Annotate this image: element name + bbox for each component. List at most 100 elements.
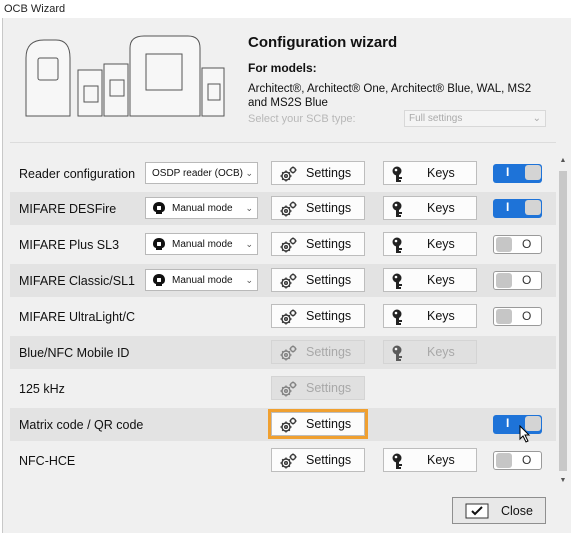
mode-select-value: Manual mode	[172, 239, 233, 250]
mode-select[interactable]: OSDP reader (OCB) ⌄	[145, 162, 258, 184]
setting-row: NFC-HCE Settings Keys O	[10, 444, 556, 477]
scb-type-select[interactable]: Full settings ⌄	[404, 110, 546, 127]
settings-button-label: Settings	[306, 345, 352, 359]
toggle-state-glyph: O	[522, 453, 532, 467]
keys-button-label: Keys	[427, 273, 455, 287]
setting-row: 125 kHz Settings	[10, 372, 556, 405]
key-icon	[390, 272, 410, 293]
keys-button-label: Keys	[427, 201, 455, 215]
chevron-down-icon: ⌄	[245, 168, 253, 178]
gears-icon	[278, 452, 298, 473]
setting-row: MIFARE Classic/SL1 Manual mode ⌄ Settings Ke…	[10, 264, 556, 297]
close-button[interactable]: Close	[452, 497, 546, 524]
keys-button[interactable]: Keys	[383, 232, 477, 256]
mode-select[interactable]: Manual mode ⌄	[145, 233, 258, 255]
key-icon	[390, 344, 410, 365]
settings-button[interactable]: Settings	[271, 448, 365, 472]
gears-icon	[278, 272, 298, 293]
list-scrollbar[interactable]: ▲ ▼	[558, 157, 568, 489]
settings-button-label: Settings	[306, 309, 352, 323]
row-label: MIFARE DESFire	[19, 202, 117, 216]
readers-illustration	[25, 35, 225, 117]
keys-button: Keys	[383, 340, 477, 364]
enable-toggle[interactable]: O	[493, 307, 542, 326]
chevron-down-icon: ⌄	[245, 239, 253, 249]
key-icon	[390, 452, 410, 473]
settings-button-label: Settings	[306, 273, 352, 287]
settings-button-label: Settings	[306, 237, 352, 251]
scrollbar-thumb[interactable]	[559, 171, 567, 471]
for-models-label: For models:	[248, 61, 317, 75]
toggle-state-glyph: I	[506, 416, 510, 430]
toggle-state-glyph: I	[506, 200, 510, 214]
scroll-down-arrow-icon[interactable]: ▼	[558, 477, 568, 489]
row-label: MIFARE Classic/SL1	[19, 274, 136, 288]
settings-button[interactable]: Settings	[271, 304, 365, 328]
row-label: 125 kHz	[19, 382, 65, 396]
settings-button[interactable]: Settings	[271, 196, 365, 220]
row-label: Matrix code / QR code	[19, 418, 144, 432]
keys-button[interactable]: Keys	[383, 448, 477, 472]
mode-select[interactable]: Manual mode ⌄	[145, 269, 258, 291]
keys-button[interactable]: Keys	[383, 196, 477, 220]
gears-icon	[278, 308, 298, 329]
gears-icon	[278, 236, 298, 257]
key-icon	[390, 308, 410, 329]
key-icon	[390, 236, 410, 257]
settings-button-label: Settings	[306, 417, 352, 431]
lock-head-icon	[152, 201, 166, 218]
enable-toggle[interactable]: I	[493, 415, 542, 434]
settings-button-label: Settings	[306, 201, 352, 215]
mode-select-value: Manual mode	[172, 203, 233, 214]
toggle-knob	[525, 165, 541, 180]
wizard-title: Configuration wizard	[248, 34, 398, 51]
row-label: Blue/NFC Mobile ID	[19, 346, 130, 360]
toggle-knob	[525, 200, 541, 215]
scroll-up-arrow-icon[interactable]: ▲	[558, 157, 568, 169]
keys-button-label: Keys	[427, 309, 455, 323]
lock-head-icon	[152, 237, 166, 254]
header-divider	[10, 142, 556, 143]
models-list: Architect®, Architect® One, Architect® B…	[248, 83, 532, 109]
gears-icon	[278, 380, 298, 401]
checkmark-icon	[465, 503, 489, 519]
setting-row: MIFARE DESFire Manual mode ⌄ Settings Keys I	[10, 192, 556, 225]
enable-toggle[interactable]: I	[493, 164, 542, 183]
enable-toggle[interactable]: I	[493, 199, 542, 218]
toggle-state-glyph: O	[522, 273, 532, 287]
key-icon	[390, 165, 410, 186]
close-button-label: Close	[501, 504, 533, 518]
keys-button[interactable]: Keys	[383, 268, 477, 292]
gears-icon	[278, 416, 298, 437]
keys-button[interactable]: Keys	[383, 304, 477, 328]
settings-button[interactable]: Settings	[271, 232, 365, 256]
enable-toggle[interactable]: O	[493, 271, 542, 290]
title-bar: OCB Wizard	[0, 0, 574, 18]
chevron-down-icon: ⌄	[532, 113, 541, 124]
mode-select-value: OSDP reader (OCB)	[152, 168, 243, 179]
toggle-state-glyph: O	[522, 309, 532, 323]
mode-select[interactable]: Manual mode ⌄	[145, 197, 258, 219]
settings-button[interactable]: Settings	[271, 412, 365, 436]
settings-button-label: Settings	[306, 381, 352, 395]
settings-button[interactable]: Settings	[271, 268, 365, 292]
setting-row: Matrix code / QR code Settings I	[10, 408, 556, 441]
settings-button: Settings	[271, 340, 365, 364]
enable-toggle[interactable]: O	[493, 451, 542, 470]
setting-row: MIFARE UltraLight/C Settings Keys O	[10, 300, 556, 333]
setting-row: Blue/NFC Mobile ID Settings Keys	[10, 336, 556, 369]
keys-button[interactable]: Keys	[383, 161, 477, 185]
window-title: OCB Wizard	[4, 3, 66, 15]
scb-type-value: Full settings	[409, 113, 463, 124]
enable-toggle[interactable]: O	[493, 235, 542, 254]
setting-row: Reader configuration OSDP reader (OCB) ⌄ Se…	[10, 157, 556, 190]
settings-button[interactable]: Settings	[271, 161, 365, 185]
scb-type-label: Select your SCB type:	[248, 113, 356, 125]
technology-list: Reader configuration OSDP reader (OCB) ⌄ Se…	[10, 157, 556, 489]
toggle-knob	[496, 453, 512, 468]
toggle-state-glyph: I	[506, 165, 510, 179]
keys-button-label: Keys	[427, 453, 455, 467]
toggle-state-glyph: O	[522, 237, 532, 251]
mode-select-value: Manual mode	[172, 275, 233, 286]
settings-button-label: Settings	[306, 453, 352, 467]
